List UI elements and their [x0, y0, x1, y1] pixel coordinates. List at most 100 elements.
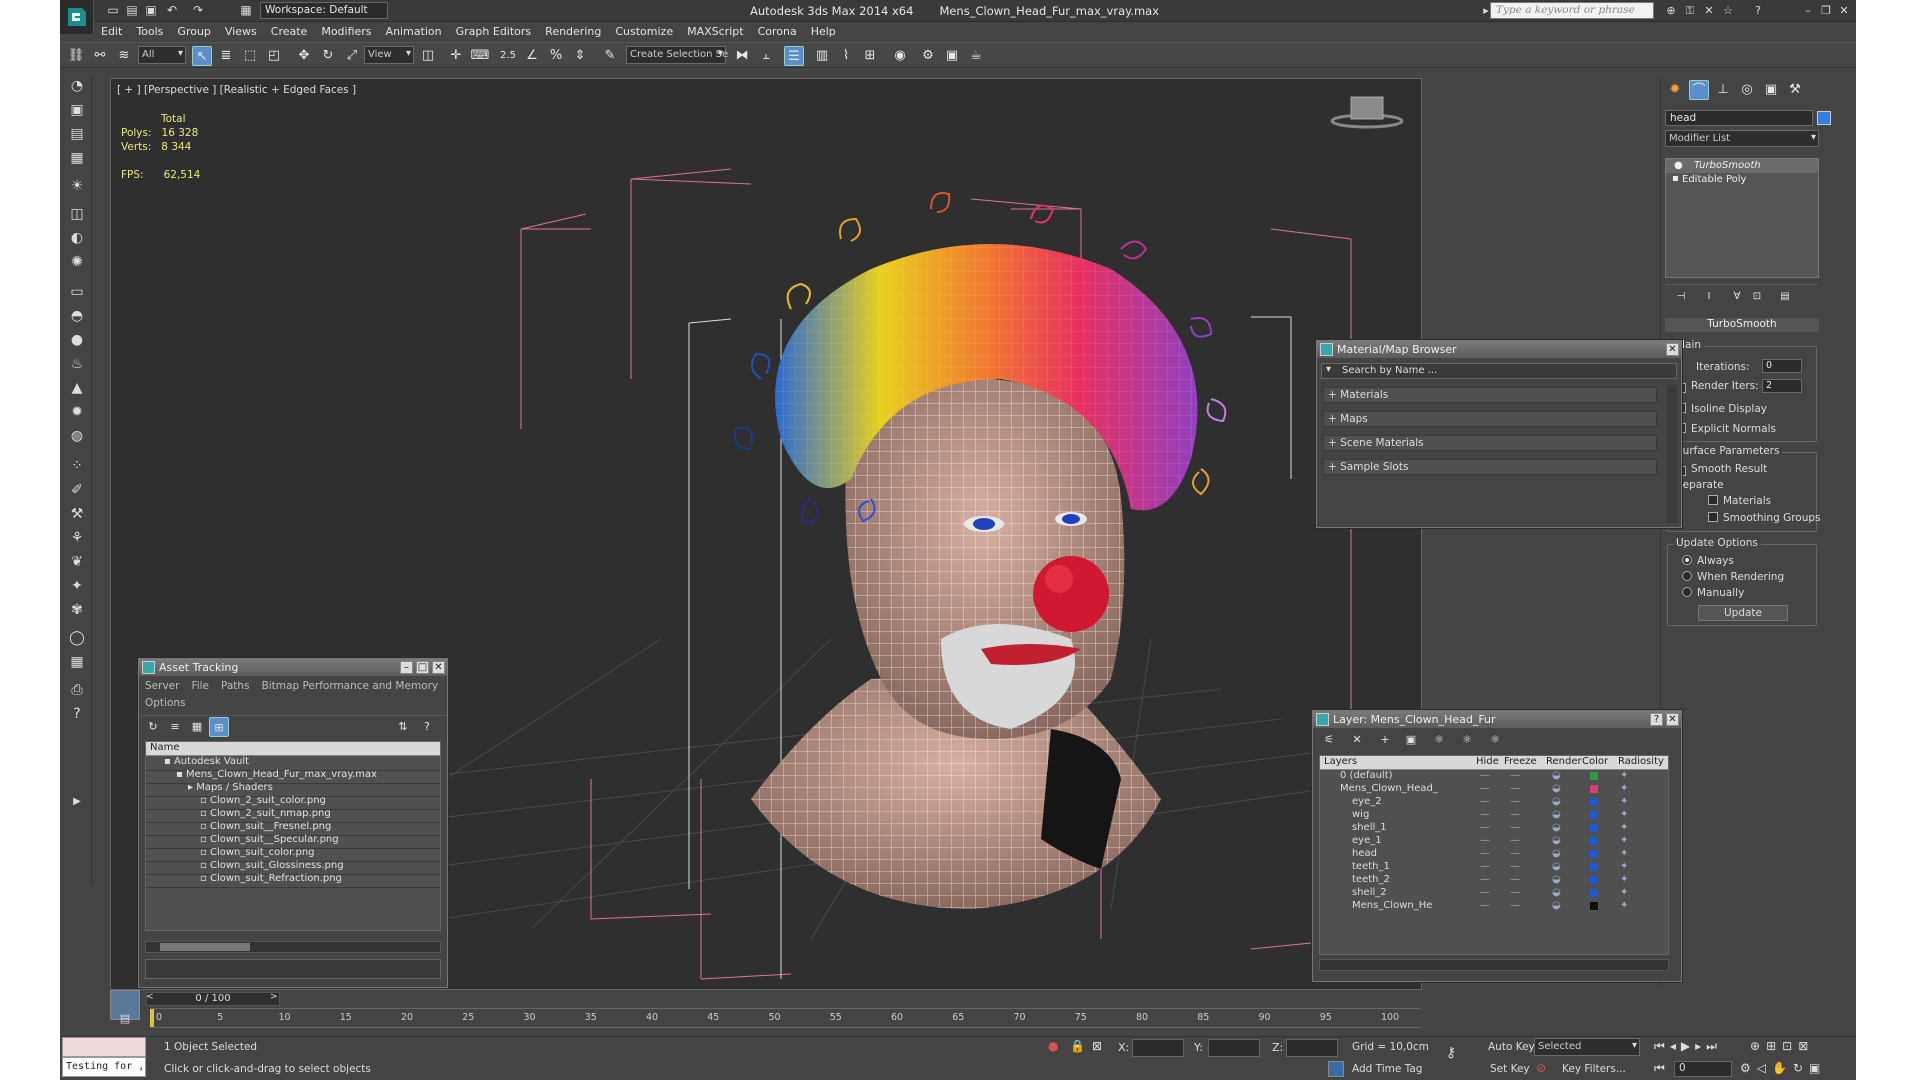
asset-menu-file[interactable]: File [191, 680, 209, 692]
select-objects-icon[interactable]: ▣ [1401, 730, 1421, 750]
list-view-icon[interactable]: ≡ [165, 717, 185, 737]
hide-toggle[interactable]: — [1480, 809, 1490, 820]
named-selection-dropdown[interactable]: Create Selection Se [626, 46, 728, 64]
menu-graph-editors[interactable]: Graph Editors [449, 22, 539, 38]
light-icon[interactable]: ☀ [66, 176, 88, 196]
section-maps[interactable]: + Maps [1323, 411, 1657, 427]
manually-row[interactable]: Manually [1682, 587, 1744, 599]
layer-name[interactable]: teeth_2 [1352, 874, 1390, 885]
materials-checkbox[interactable] [1708, 495, 1718, 505]
freeze-toggle[interactable]: — [1510, 887, 1520, 898]
render-toggle-icon[interactable]: ◒ [1552, 887, 1561, 898]
hair-icon[interactable]: ✦ [66, 576, 88, 596]
col-color[interactable]: Color [1582, 756, 1608, 767]
radiosity-icon[interactable]: ✦ [1620, 835, 1628, 846]
hide-toggle[interactable]: — [1480, 822, 1490, 833]
expand-icon[interactable]: ▪ [1672, 173, 1679, 184]
schematic-view-icon[interactable]: ⊞ [860, 46, 880, 66]
layer-row[interactable]: Mens_Clown_He — — ◒ ✦ [1320, 900, 1668, 916]
asset-menu-paths[interactable]: Paths [221, 680, 250, 692]
layer-name[interactable]: Mens_Clown_He [1352, 900, 1432, 911]
help-icon[interactable]: ? [417, 717, 437, 737]
curve-editor-icon[interactable]: ⌇ [836, 46, 856, 66]
layer-color-swatch[interactable] [1590, 798, 1598, 806]
absolute-mode-icon[interactable]: ⊠ [1092, 1039, 1102, 1053]
align-icon[interactable]: ⫠ [756, 46, 776, 66]
layer-manager-titlebar[interactable]: Layer: Mens_Clown_Head_Fur ? ✕ [1313, 711, 1681, 728]
viewport-icon[interactable]: ▣ [66, 100, 88, 120]
zoom-icon[interactable]: ⊕ [1750, 1039, 1766, 1053]
remove-modifier-icon[interactable]: ⊡ [1747, 287, 1767, 307]
sphere-icon[interactable]: ● [66, 330, 88, 350]
object-name-field[interactable]: head [1665, 110, 1813, 126]
pin-stack-icon[interactable]: ⊣ [1671, 287, 1691, 307]
scale-icon[interactable]: ⤢ [342, 46, 362, 66]
isoline-row[interactable]: Isoline Display [1676, 403, 1767, 415]
layer-color-swatch[interactable] [1590, 785, 1598, 793]
smoothing-groups-row[interactable]: Smoothing Groups [1708, 512, 1821, 524]
menu-create[interactable]: Create [264, 22, 315, 38]
iterations-spinner[interactable]: 0 [1762, 359, 1802, 373]
menu-corona[interactable]: Corona [751, 22, 804, 38]
manually-radio[interactable] [1682, 587, 1692, 597]
radiosity-icon[interactable]: ✦ [1620, 874, 1628, 885]
section-materials[interactable]: + Materials [1323, 387, 1657, 403]
asset-column-name[interactable]: Name [146, 742, 440, 756]
key-icon[interactable]: ⚷ [1446, 1045, 1456, 1061]
close-icon[interactable]: ✕ [1836, 3, 1852, 18]
workspace-dropdown[interactable]: Workspace: Default [260, 2, 388, 19]
binoculars-icon[interactable]: ⊕ [1663, 3, 1679, 18]
layer-name[interactable]: shell_2 [1352, 887, 1387, 898]
when-rendering-radio[interactable] [1682, 571, 1692, 581]
delete-layer-icon[interactable]: ✕ [1347, 730, 1367, 750]
restore-icon[interactable]: ❐ [1818, 3, 1834, 18]
keyboard-shortcut-icon[interactable]: ⌨ [470, 46, 490, 66]
asset-row[interactable]: ▫ Clown_suit_Refraction.png [146, 873, 440, 888]
render-toggle-icon[interactable]: ◒ [1552, 770, 1561, 781]
app-logo[interactable] [60, 0, 94, 34]
radiosity-icon[interactable]: ✦ [1620, 796, 1628, 807]
hide-toggle[interactable]: — [1480, 796, 1490, 807]
favorites-icon[interactable]: ☆ [1720, 3, 1736, 18]
auto-key-button[interactable]: Auto Key [1488, 1041, 1535, 1053]
select-link-icon[interactable]: ⛓ [66, 46, 86, 66]
key-filters-button[interactable]: Key Filters... [1562, 1063, 1626, 1075]
layer-manager-icon[interactable]: ☰ [784, 46, 804, 66]
stack-item-editable-poly[interactable]: ▪ Editable Poly [1666, 173, 1818, 187]
material-search-input[interactable]: ▾ Search by Name ... [1321, 363, 1677, 379]
key-mode-dropdown[interactable]: Selected [1534, 1038, 1640, 1056]
layer-color-swatch[interactable] [1590, 837, 1598, 845]
bulb-icon[interactable]: ● [1674, 160, 1683, 171]
lock-icon[interactable]: 🔒 [1070, 1039, 1085, 1053]
window-crossing-icon[interactable]: ◰ [264, 46, 284, 66]
subscription-icon[interactable]: ⚿ [1682, 3, 1698, 18]
container-icon[interactable]: ◔ [66, 76, 88, 96]
layer-name[interactable]: head [1352, 848, 1377, 859]
layer-name[interactable]: wig [1352, 809, 1369, 820]
freeze-toggle[interactable]: — [1510, 783, 1520, 794]
time-tag-icon[interactable] [1328, 1061, 1344, 1077]
rectangular-selection-icon[interactable]: ⬚ [240, 46, 260, 66]
radiosity-icon[interactable]: ✦ [1620, 822, 1628, 833]
radiosity-icon[interactable]: ✦ [1620, 809, 1628, 820]
add-time-tag[interactable]: Add Time Tag [1352, 1063, 1422, 1075]
render-toggle-icon[interactable]: ◒ [1552, 783, 1561, 794]
zoom-extents-all-icon[interactable]: ⊠ [1798, 1039, 1814, 1053]
hide-toggle[interactable]: — [1480, 835, 1490, 846]
menu-help[interactable]: Help [804, 22, 843, 38]
rollout-turbosmooth-header[interactable]: TurboSmooth [1665, 318, 1819, 332]
time-config-icon[interactable]: ⚙ [1740, 1061, 1757, 1075]
render-toggle-icon[interactable]: ◒ [1552, 809, 1561, 820]
bind-space-warp-icon[interactable]: ≋ [114, 46, 134, 66]
move-icon[interactable]: ✥ [294, 46, 314, 66]
freeze-toggle[interactable]: — [1510, 796, 1520, 807]
add-to-layer-icon[interactable]: + [1375, 730, 1395, 750]
viewcube[interactable] [1330, 96, 1404, 129]
menu-customize[interactable]: Customize [608, 22, 680, 38]
col-layers[interactable]: Layers [1324, 756, 1357, 767]
y-coord-field[interactable] [1208, 1039, 1260, 1057]
section-sample-slots[interactable]: + Sample Slots [1323, 459, 1657, 475]
freeze-toggle[interactable]: — [1510, 770, 1520, 781]
prev-key-icon[interactable]: ◂ [1670, 1039, 1681, 1053]
spinner-snap-icon[interactable]: ⇕ [570, 46, 590, 66]
